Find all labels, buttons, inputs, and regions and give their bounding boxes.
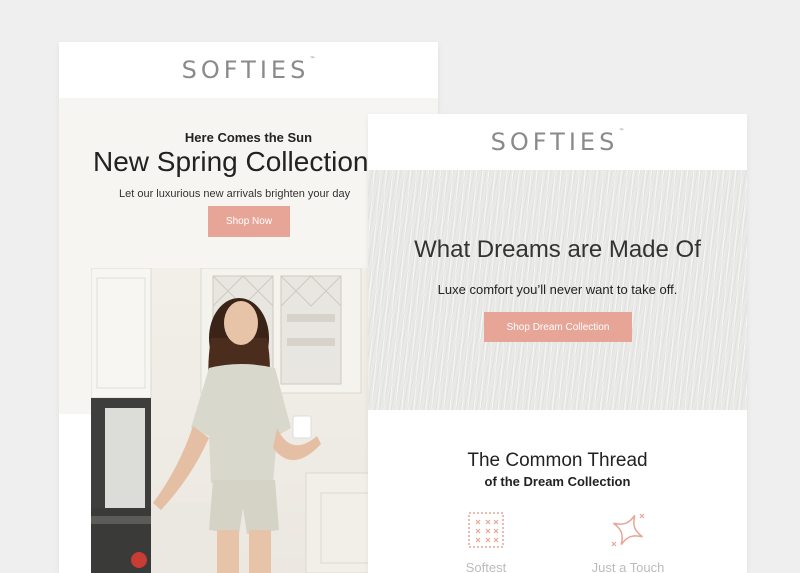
hero-section: What Dreams are Made Of Luxe comfort you… <box>368 170 747 410</box>
header-bar: SOFTIES™ <box>368 114 747 170</box>
brand-logo[interactable]: SOFTIES™ <box>491 128 625 156</box>
fabric-swatch-icon <box>468 512 504 548</box>
header-bar: SOFTIES™ <box>59 42 438 98</box>
section-title: The Common Thread <box>467 450 648 471</box>
section-subtitle: of the Dream Collection <box>484 474 631 489</box>
hero-headline: What Dreams are Made Of <box>414 236 701 263</box>
feature-just-a-touch: Just a Touch <box>588 510 668 573</box>
hero-subtext: Let our luxurious new arrivals brighten … <box>119 188 351 200</box>
hero-subtext: Luxe comfort you’ll never want to take o… <box>437 282 678 297</box>
sparkle-icon <box>611 513 645 547</box>
feature-label: Just a Touch <box>591 560 665 573</box>
feature-label: Softest <box>465 560 507 573</box>
shop-dream-collection-button[interactable]: Shop Dream Collection <box>484 312 632 342</box>
shop-now-button[interactable]: Shop Now <box>208 206 290 237</box>
brand-logo[interactable]: SOFTIES™ <box>182 56 316 84</box>
email-preview-dream: SOFTIES™ What Dreams are Made Of Luxe co… <box>368 114 747 573</box>
hero-headline: New Spring Collection <box>93 146 369 177</box>
feature-softest: Softest <box>446 510 526 573</box>
